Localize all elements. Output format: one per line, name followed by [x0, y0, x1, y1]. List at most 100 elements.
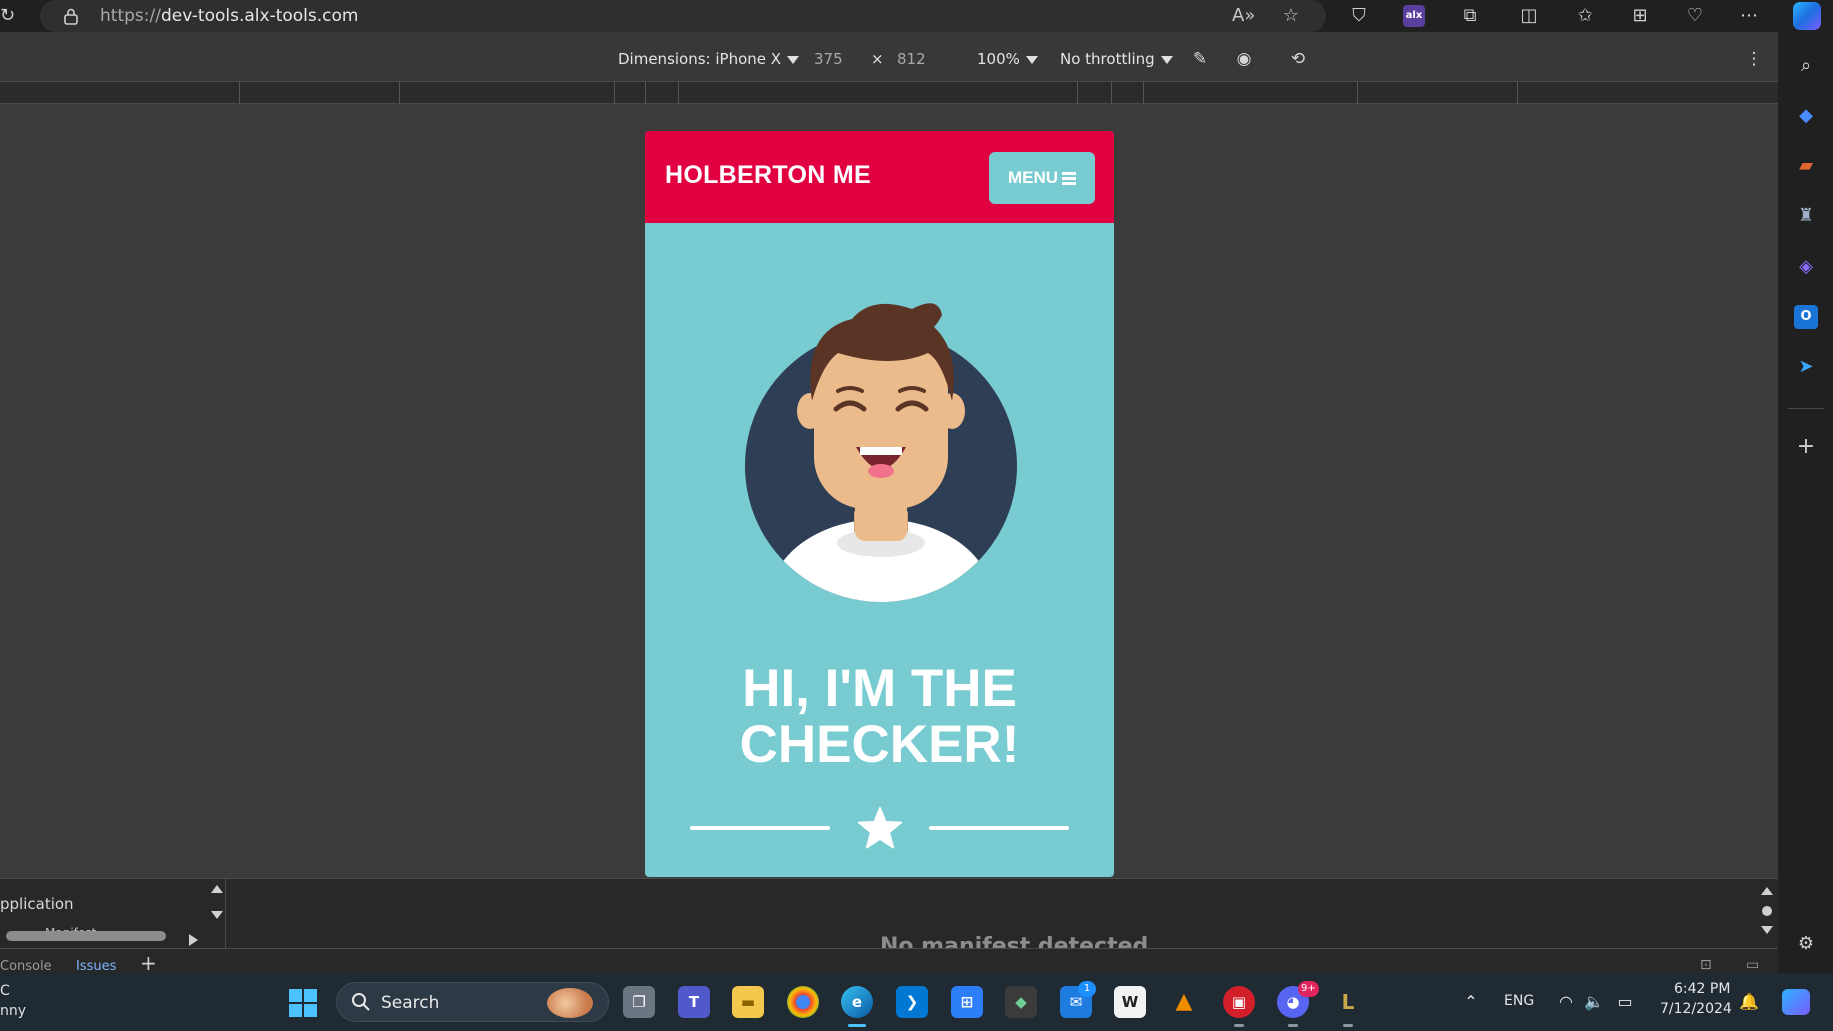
- favorite-star-icon[interactable]: ☆: [1280, 5, 1302, 27]
- site-title[interactable]: HOLBERTON ME: [665, 161, 871, 190]
- hamburger-icon: [1062, 172, 1077, 185]
- dock-icon[interactable]: ⊡: [1700, 957, 1712, 973]
- split-screen-icon[interactable]: ◫: [1517, 4, 1541, 28]
- tools-briefcase-icon[interactable]: ▰: [1794, 154, 1818, 178]
- drawer-tab-bar: Console Issues + ⊡ ▭: [0, 948, 1778, 973]
- wolfram-icon[interactable]: W: [1114, 986, 1146, 1018]
- zoom-dropdown[interactable]: 100%: [977, 50, 1038, 68]
- device-toolbar: Dimensions: iPhone X 375 × 812 100% No t…: [0, 32, 1778, 88]
- site-header: HOLBERTON ME MENU: [645, 131, 1114, 223]
- wifi-icon[interactable]: ◠: [1555, 991, 1577, 1013]
- edge-active-indicator: [848, 1024, 866, 1027]
- hero-line-1: HI, I'M THE: [742, 659, 1017, 718]
- telegram-send-icon[interactable]: ➤: [1794, 355, 1818, 379]
- weather-widget[interactable]: Cnny: [0, 981, 26, 1021]
- scroll-down-icon[interactable]: [211, 911, 223, 919]
- taskbar-search[interactable]: Search: [336, 982, 609, 1022]
- edge-sidebar: ⌕ ◆ ▰ ♜ ◈ O ➤ + ⚙: [1778, 32, 1833, 973]
- divider-line-right: [929, 826, 1069, 830]
- clock-date[interactable]: 7/12/2024: [1660, 1001, 1732, 1017]
- vscode-icon[interactable]: ❯: [896, 986, 928, 1018]
- add-tab-button[interactable]: +: [140, 951, 157, 973]
- browser-essentials-icon[interactable]: ♡: [1683, 4, 1707, 28]
- vlc-icon[interactable]: ▲: [1168, 986, 1200, 1018]
- avatar-illustration: [745, 303, 1017, 602]
- copilot-sidebar-icon[interactable]: ◈: [1794, 255, 1818, 279]
- clock-time[interactable]: 6:42 PM: [1674, 981, 1730, 997]
- scroll-thumb[interactable]: [1762, 906, 1772, 916]
- hero-heading: HI, I'M THE CHECKER!: [645, 661, 1114, 773]
- chevron-down-icon: [1160, 55, 1173, 64]
- notification-bell-icon[interactable]: 🔔: [1738, 991, 1760, 1013]
- lock-icon: [64, 8, 78, 25]
- scroll-right-icon[interactable]: [189, 934, 198, 946]
- app-indicator: [1234, 1024, 1244, 1027]
- star-icon: [858, 807, 902, 849]
- teams-icon[interactable]: T: [678, 986, 710, 1018]
- edge-icon[interactable]: e: [841, 986, 873, 1018]
- chevron-down-icon: [787, 55, 800, 64]
- scroll-down-icon[interactable]: [1761, 926, 1773, 934]
- language-indicator[interactable]: ENG: [1504, 993, 1534, 1009]
- battery-icon[interactable]: ▭: [1614, 991, 1636, 1013]
- tab-issues[interactable]: Issues: [76, 959, 116, 973]
- volume-icon[interactable]: 🔈: [1583, 991, 1605, 1013]
- league-icon[interactable]: L: [1332, 986, 1364, 1018]
- alx-extension-icon[interactable]: alx: [1403, 5, 1425, 27]
- task-view-icon[interactable]: ❐: [623, 986, 655, 1018]
- outlook-icon[interactable]: O: [1794, 305, 1818, 329]
- eyedropper-icon[interactable]: ✎: [1188, 47, 1212, 71]
- settings-gear-icon[interactable]: ⚙: [1794, 932, 1818, 956]
- tab-console[interactable]: Console: [0, 959, 52, 973]
- add-sidebar-app-icon[interactable]: +: [1794, 435, 1818, 459]
- phone-screen: HOLBERTON ME MENU HI, I'M THE CHECKER!: [645, 131, 1114, 877]
- close-drawer-icon[interactable]: ▭: [1746, 957, 1759, 973]
- extensions-icon[interactable]: ⧉: [1458, 4, 1482, 28]
- read-aloud-icon[interactable]: A»: [1232, 5, 1255, 27]
- league-indicator: [1343, 1024, 1353, 1027]
- more-icon[interactable]: ⋯: [1737, 4, 1761, 28]
- horizontal-scrollbar[interactable]: [6, 931, 166, 941]
- favorites-icon[interactable]: ✩: [1573, 4, 1597, 28]
- chevron-down-icon: [1025, 55, 1038, 64]
- more-options-icon[interactable]: ⋮: [1742, 47, 1766, 71]
- copilot-taskbar-icon[interactable]: [1782, 989, 1810, 1015]
- application-panel-title[interactable]: pplication: [0, 895, 74, 913]
- nautilus-shell-icon: [547, 988, 593, 1018]
- width-field[interactable]: 375: [814, 50, 843, 68]
- dimensions-dropdown[interactable]: Dimensions: iPhone X: [618, 50, 800, 68]
- discord-badge: 9+: [1298, 981, 1319, 997]
- chrome-icon[interactable]: [787, 986, 819, 1018]
- games-icon[interactable]: ♜: [1794, 204, 1818, 228]
- rotate-device-icon[interactable]: ⟲: [1286, 47, 1310, 71]
- scroll-up-icon[interactable]: [211, 885, 223, 893]
- copilot-icon[interactable]: [1793, 2, 1821, 30]
- address-bar[interactable]: https://dev-tools.alx-tools.com A» ☆: [40, 0, 1326, 32]
- browser-toolbar: ↻ https://dev-tools.alx-tools.com A» ☆ ⛉…: [0, 0, 1833, 32]
- git-tool-icon[interactable]: ◆: [1005, 986, 1037, 1018]
- windows-start-icon[interactable]: [289, 989, 317, 1017]
- dimension-times: ×: [871, 50, 884, 68]
- microsoft-store-icon[interactable]: ⊞: [951, 986, 983, 1018]
- reload-icon[interactable]: ↻: [0, 6, 15, 26]
- search-icon[interactable]: ⌕: [1794, 54, 1818, 78]
- url-text[interactable]: https://dev-tools.alx-tools.com: [100, 6, 358, 26]
- shopping-tag-icon[interactable]: ◆: [1794, 104, 1818, 128]
- discord-indicator: [1288, 1024, 1298, 1027]
- scroll-up-icon[interactable]: [1761, 887, 1773, 895]
- chevron-up-icon[interactable]: ⌃: [1460, 991, 1482, 1013]
- media-query-ruler: [0, 81, 1778, 104]
- eye-icon[interactable]: ◉: [1232, 47, 1256, 71]
- file-explorer-icon[interactable]: ▬: [732, 986, 764, 1018]
- menu-button[interactable]: MENU: [989, 152, 1095, 204]
- mail-badge: 1: [1078, 981, 1096, 997]
- divider-line-left: [690, 826, 830, 830]
- throttling-dropdown[interactable]: No throttling: [1060, 50, 1173, 68]
- windows-taskbar: Cnny Search ❐ T ▬ e ❯ ⊞ ◆ ✉ 1 W ▲ ▣ ◕ 9+…: [0, 973, 1833, 1031]
- app-red-icon[interactable]: ▣: [1223, 986, 1255, 1018]
- shield-icon[interactable]: ⛉: [1347, 4, 1371, 28]
- sidebar-divider: [1788, 408, 1824, 409]
- search-icon: [352, 993, 370, 1011]
- collections-icon[interactable]: ⊞: [1628, 4, 1652, 28]
- height-field[interactable]: 812: [897, 50, 926, 68]
